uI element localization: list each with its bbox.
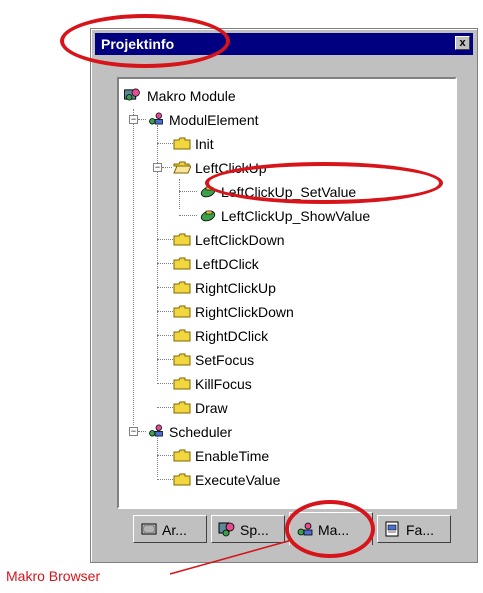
tab-label: Ar...	[162, 522, 187, 538]
module-group-icon	[149, 112, 163, 125]
folder-icon	[173, 137, 191, 150]
archive-icon	[141, 523, 157, 535]
tree-folder-label: RightClickDown	[195, 304, 294, 320]
folder-icon	[173, 449, 191, 462]
tree-node-label: Scheduler	[169, 424, 233, 440]
tree-folder-label: RightDClick	[195, 328, 269, 344]
makro-tree[interactable]: Makro Module − ModulElement Init − LeftC…	[119, 79, 455, 507]
tree-folder-label: Init	[195, 136, 214, 152]
tree-folder-label: ExecuteValue	[195, 472, 281, 488]
tree-root-label: Makro Module	[147, 88, 236, 104]
tree-folder-label: EnableTime	[195, 448, 270, 464]
projektinfo-window: Projektinfo x Makro Module − ModulElemen…	[90, 28, 478, 563]
tab-fa[interactable]: Fa...	[377, 515, 451, 543]
tree-leaf-label: LeftClickUp_ShowValue	[221, 208, 371, 224]
folder-icon	[173, 329, 191, 342]
annotation-ring-makro-tab	[285, 500, 375, 558]
tab-ar[interactable]: Ar...	[133, 515, 207, 543]
folder-icon	[173, 377, 191, 390]
tree-folder-label: LeftClickDown	[195, 232, 285, 248]
tree-folder-label: LeftDClick	[195, 256, 259, 272]
tree-folder-label: Draw	[195, 400, 228, 416]
annotation-caption: Makro Browser	[6, 568, 101, 584]
close-icon[interactable]: x	[455, 36, 470, 50]
folder-icon	[173, 401, 191, 414]
folder-icon	[173, 281, 191, 294]
folder-icon	[173, 353, 191, 366]
collapse-icon[interactable]: −	[129, 115, 138, 124]
tree-panel: Makro Module − ModulElement Init − LeftC…	[117, 77, 457, 509]
folder-icon	[173, 305, 191, 318]
tab-label: Fa...	[406, 522, 435, 538]
folder-icon	[173, 257, 191, 270]
tree-folder-label: KillFocus	[195, 376, 252, 392]
sp-icon	[218, 522, 235, 537]
annotation-ring-title	[60, 14, 230, 68]
open-folder-icon	[173, 161, 191, 174]
collapse-icon[interactable]: −	[129, 427, 138, 436]
module-group-icon	[149, 424, 163, 437]
folder-icon	[173, 473, 191, 486]
tab-label: Sp...	[240, 522, 269, 538]
collapse-icon[interactable]: −	[153, 163, 162, 172]
tab-sp[interactable]: Sp...	[211, 515, 285, 543]
fa-icon	[385, 521, 399, 537]
annotation-ring-setvalue	[205, 162, 443, 204]
folder-icon	[173, 233, 191, 246]
module-root-icon	[124, 88, 140, 101]
macro-leaf-icon	[200, 210, 216, 222]
tree-folder-label: RightClickUp	[195, 280, 276, 296]
tree-folder-label: SetFocus	[195, 352, 255, 368]
tree-node-label: ModulElement	[169, 112, 259, 128]
